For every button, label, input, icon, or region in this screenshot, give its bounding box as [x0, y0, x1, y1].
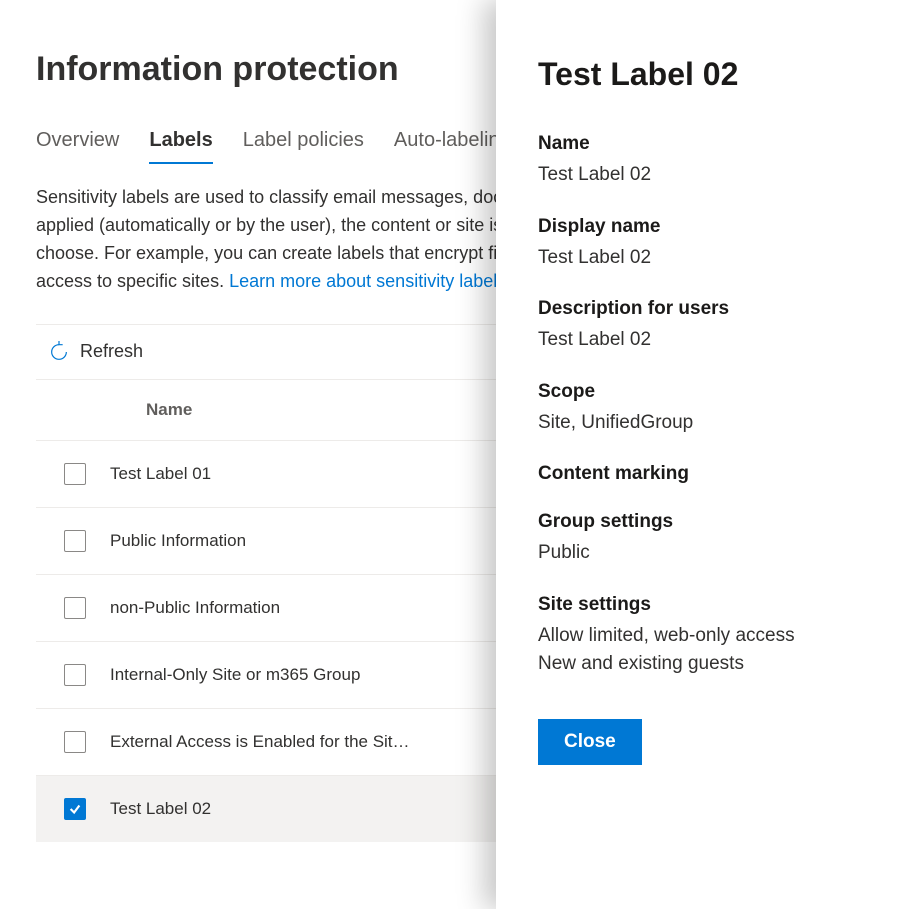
- check-icon: [68, 802, 82, 816]
- row-checkbox[interactable]: [64, 664, 86, 686]
- close-button[interactable]: Close: [538, 719, 642, 765]
- field-value: Test Label 02: [538, 161, 864, 190]
- refresh-label: Refresh: [80, 341, 143, 362]
- learn-more-link[interactable]: Learn more about sensitivity labels: [229, 271, 506, 291]
- panel-field: Description for users Test Label 02: [538, 298, 864, 355]
- panel-field: Display name Test Label 02: [538, 216, 864, 273]
- panel-field: Name Test Label 02: [538, 133, 864, 190]
- field-label: Description for users: [538, 298, 864, 320]
- field-label: Scope: [538, 381, 864, 403]
- row-checkbox[interactable]: [64, 463, 86, 485]
- panel-field: Content marking: [538, 463, 864, 485]
- row-checkbox[interactable]: [64, 597, 86, 619]
- field-value: Allow limited, web-only accessNew and ex…: [538, 622, 864, 679]
- panel-fields: Name Test Label 02 Display name Test Label …: [538, 133, 864, 679]
- panel-field: Site settings Allow limited, web-only acc…: [538, 594, 864, 679]
- field-value: Public: [538, 539, 864, 568]
- field-label: Group settings: [538, 511, 864, 533]
- details-panel: Test Label 02 NameTest Label 02Display n…: [496, 0, 906, 909]
- panel-title: Test Label 02: [538, 56, 864, 93]
- panel-field: Group settings Public: [538, 511, 864, 568]
- field-label: Display name: [538, 216, 864, 238]
- field-label: Site settings: [538, 594, 864, 616]
- field-value: Test Label 02: [538, 244, 864, 273]
- field-value: Site, UnifiedGroup: [538, 409, 864, 438]
- panel-field: Scope Site, UnifiedGroup: [538, 381, 864, 438]
- field-value: Test Label 02: [538, 326, 864, 355]
- tab-overview[interactable]: Overview: [36, 129, 119, 164]
- tab-label-policies[interactable]: Label policies: [243, 129, 364, 164]
- column-header-name[interactable]: Name: [146, 400, 192, 420]
- refresh-icon: [48, 341, 70, 363]
- tab-auto-labeling[interactable]: Auto-labeling: [394, 129, 511, 164]
- field-label: Name: [538, 133, 864, 155]
- row-checkbox[interactable]: [64, 731, 86, 753]
- row-checkbox[interactable]: [64, 530, 86, 552]
- tab-labels[interactable]: Labels: [149, 129, 212, 164]
- refresh-button[interactable]: Refresh: [40, 333, 151, 371]
- row-checkbox[interactable]: [64, 798, 86, 820]
- field-label: Content marking: [538, 463, 864, 485]
